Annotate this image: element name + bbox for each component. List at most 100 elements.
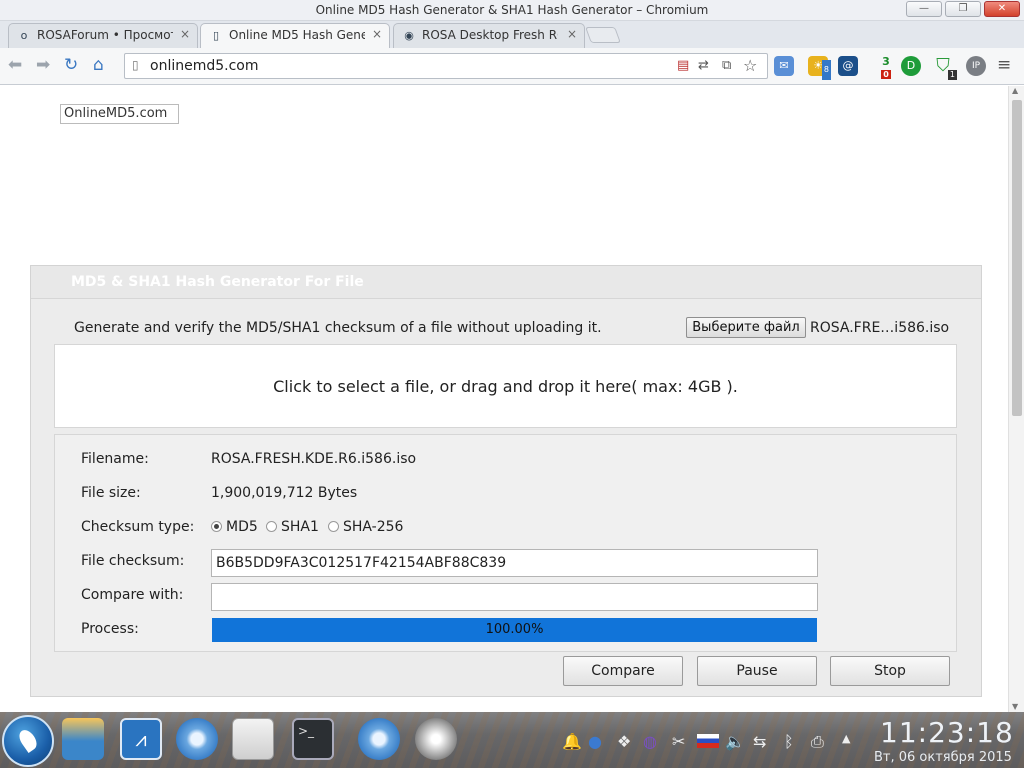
radio-selected-icon bbox=[211, 521, 222, 532]
page-favicon-icon: ▯ bbox=[212, 29, 220, 42]
at-extension-icon[interactable]: @ bbox=[838, 56, 858, 76]
maximize-button[interactable]: ❐ bbox=[945, 1, 981, 17]
scrollbar-thumb[interactable] bbox=[1012, 100, 1022, 416]
stop-button[interactable]: Stop bbox=[830, 656, 950, 686]
tab-close-icon[interactable]: × bbox=[372, 27, 382, 41]
shield-icon[interactable]: ⛉ 1 bbox=[933, 56, 957, 80]
system-monitor-icon[interactable]: ⩘ bbox=[120, 718, 162, 760]
compare-label: Compare with: bbox=[81, 587, 184, 603]
file-info-section: Filename: ROSA.FRESH.KDE.R6.i586.iso Fil… bbox=[54, 434, 957, 652]
tray-expand-icon[interactable]: ▲ bbox=[842, 732, 850, 745]
tab-rosa-desktop[interactable]: ◉ ROSA Desktop Fresh R6 × bbox=[393, 23, 585, 48]
file-manager-icon[interactable] bbox=[62, 718, 104, 760]
back-arrow-icon[interactable]: ⬅ bbox=[8, 55, 22, 75]
radio-md5[interactable]: MD5 bbox=[211, 519, 258, 535]
tab-label: ROSAForum • Просмот bbox=[37, 28, 173, 42]
network-icon[interactable]: ⇆ bbox=[753, 732, 766, 751]
ip-extension-icon[interactable]: IP bbox=[966, 56, 986, 76]
shield-badge: 1 bbox=[947, 70, 957, 80]
bluetooth-icon[interactable]: ᛒ bbox=[784, 732, 794, 751]
counter-badge: 0 bbox=[881, 70, 891, 79]
flag-icon[interactable]: ▤ bbox=[677, 58, 689, 73]
d-extension-icon[interactable]: D bbox=[901, 56, 921, 76]
page-scrollbar[interactable]: ▲ ▼ bbox=[1008, 86, 1024, 712]
filesize-value: 1,900,019,712 Bytes bbox=[211, 485, 358, 501]
progress-text: 100.00% bbox=[485, 622, 544, 637]
new-tab-button[interactable] bbox=[585, 27, 621, 43]
language-flag-icon[interactable] bbox=[697, 734, 719, 748]
file-drop-zone[interactable]: Click to select a file, or drag and drop… bbox=[54, 344, 957, 428]
rosa-favicon-icon: ◉ bbox=[404, 29, 414, 42]
home-icon[interactable]: ⌂ bbox=[93, 55, 104, 75]
translate-icon[interactable]: ⇄ bbox=[698, 58, 709, 73]
notifications-bell-icon[interactable]: 🔔 bbox=[562, 732, 582, 751]
site-logo[interactable]: OnlineMD5.com bbox=[60, 104, 179, 124]
page-icon: ▯ bbox=[132, 58, 139, 72]
chromium-icon[interactable] bbox=[176, 718, 218, 760]
tab-onlinemd5[interactable]: ▯ Online MD5 Hash Gene × bbox=[200, 23, 390, 49]
chromium-active-icon[interactable] bbox=[358, 718, 400, 760]
viber-icon[interactable]: ◍ bbox=[643, 732, 657, 751]
filename-label: Filename: bbox=[81, 451, 149, 467]
printer-icon[interactable]: ⎙ bbox=[811, 732, 824, 752]
panel-title: MD5 & SHA1 Hash Generator For File bbox=[71, 274, 364, 290]
start-menu-icon[interactable] bbox=[2, 715, 54, 767]
radio-sha256[interactable]: SHA-256 bbox=[328, 519, 403, 535]
clock-date: Вт, 06 октября 2015 bbox=[874, 750, 1012, 765]
taskbar: ⩘ >_ 🔔 ● ❖ ◍ ✂ 🔈 ⇆ ᛒ ⎙ ▲ 11:23:18 Вт, 06… bbox=[0, 712, 1024, 768]
scissors-icon[interactable]: ✂ bbox=[672, 732, 685, 751]
rosaforum-favicon-icon: o bbox=[20, 29, 28, 42]
hash-generator-panel: MD5 & SHA1 Hash Generator For File Gener… bbox=[30, 265, 982, 697]
tab-rosaforum[interactable]: o ROSAForum • Просмот × bbox=[8, 23, 198, 48]
description-text: Generate and verify the MD5/SHA1 checksu… bbox=[74, 320, 602, 336]
radio-sha1-label: SHA1 bbox=[281, 519, 319, 535]
tab-close-icon[interactable]: × bbox=[180, 27, 190, 41]
counter-extension-icon[interactable]: 30 bbox=[876, 55, 896, 79]
choose-file-button[interactable]: Выберите файл bbox=[686, 317, 806, 338]
minimize-button[interactable]: — bbox=[906, 1, 942, 17]
disk-burner-icon[interactable] bbox=[415, 718, 457, 760]
file-checksum-field[interactable] bbox=[211, 549, 818, 577]
weather-icon[interactable]: ☀ 8 bbox=[808, 56, 831, 80]
tab-close-icon[interactable]: × bbox=[567, 27, 577, 41]
page-translate-icon[interactable]: ⧉ bbox=[722, 58, 731, 73]
window-titlebar: Online MD5 Hash Generator & SHA1 Hash Ge… bbox=[0, 0, 1024, 21]
close-window-button[interactable]: ✕ bbox=[984, 1, 1020, 17]
network-globe-icon[interactable]: ● bbox=[588, 732, 602, 751]
radio-md5-label: MD5 bbox=[226, 519, 258, 535]
clipboard-icon[interactable] bbox=[232, 718, 274, 760]
checksum-type-label: Checksum type: bbox=[81, 519, 195, 535]
radio-sha256-label: SHA-256 bbox=[343, 519, 404, 535]
tab-label: Online MD5 Hash Gene bbox=[229, 28, 365, 42]
radio-sha1[interactable]: SHA1 bbox=[266, 519, 319, 535]
page-content: OnlineMD5.com MD5 & SHA1 Hash Generator … bbox=[0, 86, 1008, 712]
ip-label: IP bbox=[971, 61, 981, 71]
address-bar[interactable]: ▯ onlinemd5.com ▤ ⇄ ⧉ ☆ bbox=[124, 53, 768, 79]
compare-button[interactable]: Compare bbox=[563, 656, 683, 686]
mail-icon[interactable]: ✉ bbox=[774, 56, 794, 76]
url-text: onlinemd5.com bbox=[150, 58, 259, 74]
panel-header: MD5 & SHA1 Hash Generator For File bbox=[31, 266, 981, 299]
reload-icon[interactable]: ↻ bbox=[64, 55, 78, 75]
terminal-icon[interactable]: >_ bbox=[292, 718, 334, 760]
tab-label: ROSA Desktop Fresh R6 bbox=[422, 28, 558, 42]
scroll-up-icon[interactable]: ▲ bbox=[1012, 86, 1018, 95]
drop-zone-text: Click to select a file, or drag and drop… bbox=[273, 377, 738, 396]
filesize-label: File size: bbox=[81, 485, 141, 501]
clock-time[interactable]: 11:23:18 bbox=[880, 716, 1014, 749]
scroll-down-icon[interactable]: ▼ bbox=[1012, 702, 1018, 711]
counter-top: 3 bbox=[882, 55, 890, 68]
pause-button[interactable]: Pause bbox=[697, 656, 817, 686]
weather-badge: 8 bbox=[821, 60, 831, 80]
browser-toolbar: ⬅ ➡ ↻ ⌂ ▯ onlinemd5.com ▤ ⇄ ⧉ ☆ ✉ ☀ 8 @ 3… bbox=[0, 48, 1024, 85]
compare-field[interactable] bbox=[211, 583, 818, 611]
radio-unselected-icon bbox=[328, 521, 339, 532]
file-checksum-label: File checksum: bbox=[81, 553, 185, 569]
forward-arrow-icon[interactable]: ➡ bbox=[36, 55, 50, 75]
menu-icon[interactable]: ≡ bbox=[997, 55, 1011, 75]
dropbox-icon[interactable]: ❖ bbox=[617, 732, 631, 751]
radio-unselected-icon bbox=[266, 521, 277, 532]
bookmark-star-icon[interactable]: ☆ bbox=[743, 56, 757, 75]
process-label: Process: bbox=[81, 621, 139, 637]
volume-icon[interactable]: 🔈 bbox=[725, 732, 745, 751]
